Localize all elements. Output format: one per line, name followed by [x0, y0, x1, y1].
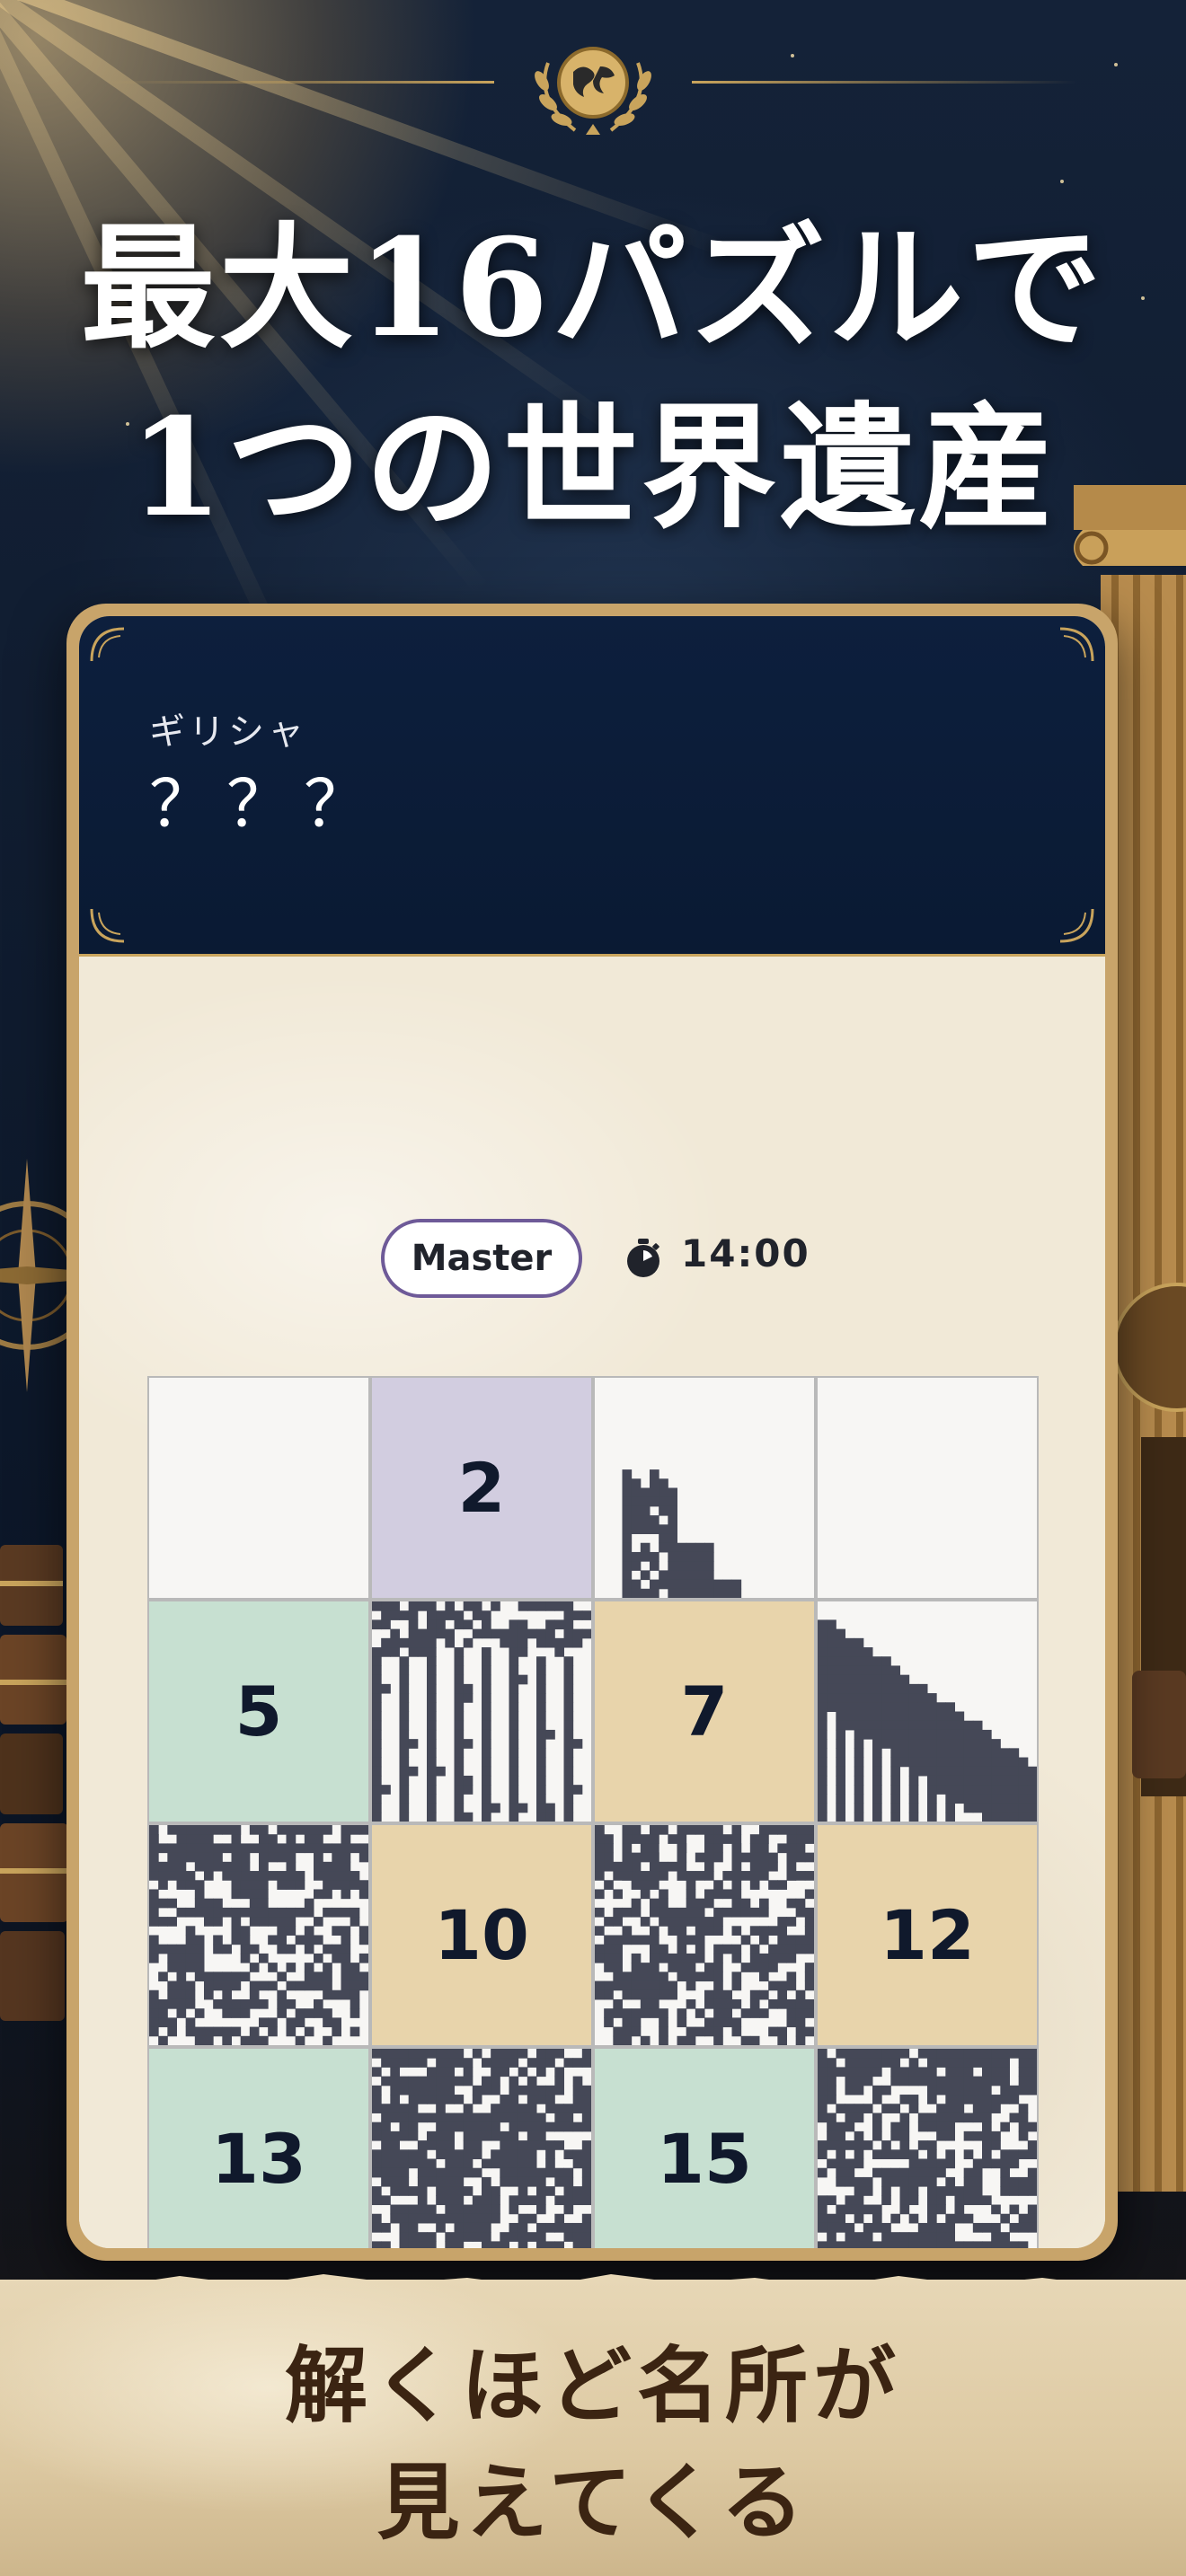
puzzle-tile-16[interactable] — [816, 2047, 1039, 2248]
puzzle-tile-10[interactable]: 10 — [370, 1823, 593, 2047]
emblem-divider-left — [108, 81, 494, 84]
tile-number: 13 — [211, 2119, 306, 2199]
puzzle-area: Master 14:00 2 5 7 10 12 13 15 — [79, 957, 1105, 2248]
corner-ornament-icon — [1059, 908, 1094, 943]
puzzle-tile-3[interactable] — [593, 1376, 816, 1600]
phone-card: ギリシャ ？？？ Master 14:00 2 5 7 10 12 13 15 — [66, 604, 1118, 2261]
stopwatch-icon — [627, 1239, 659, 1277]
star — [791, 54, 794, 57]
revealed-pixel-art — [149, 1825, 368, 2045]
puzzle-tile-9[interactable] — [147, 1823, 370, 2047]
site-name: ？？？ — [149, 766, 382, 842]
tile-number: 5 — [235, 1672, 283, 1751]
puzzle-tile-2[interactable]: 2 — [370, 1376, 593, 1600]
corner-ornament-icon — [90, 908, 125, 943]
phone-screen: ギリシャ ？？？ Master 14:00 2 5 7 10 12 13 15 — [79, 616, 1105, 2248]
star — [1114, 63, 1118, 66]
banner-line-2: 見えてくる — [376, 2454, 810, 2551]
books-icon — [0, 1545, 68, 2021]
revealed-pixel-art — [372, 1601, 591, 1822]
puzzle-tile-12[interactable]: 12 — [816, 1823, 1039, 2047]
headline-line-2: 1つの世界遺産 — [128, 389, 1058, 547]
region-label: ギリシャ — [149, 711, 307, 753]
puzzle-tile-7[interactable]: 7 — [593, 1600, 816, 1823]
puzzle-tile-8[interactable] — [816, 1600, 1039, 1823]
puzzle-tile-5[interactable]: 5 — [147, 1600, 370, 1823]
headline-line-1: 最大16パズルで — [80, 209, 1106, 367]
tile-number: 2 — [457, 1448, 506, 1528]
puzzle-tile-6[interactable] — [370, 1600, 593, 1823]
card-header: ギリシャ ？？？ — [79, 616, 1105, 957]
banner-line-1: 解くほど名所が — [284, 2337, 901, 2434]
corner-ornament-icon — [90, 627, 125, 662]
corner-ornament-icon — [1059, 627, 1094, 662]
tile-number: 15 — [657, 2119, 752, 2199]
puzzle-tile-11[interactable] — [593, 1823, 816, 2047]
revealed-pixel-art — [622, 1469, 742, 1598]
revealed-pixel-art — [818, 1619, 1037, 1822]
revealed-pixel-art — [372, 2049, 591, 2248]
revealed-pixel-art — [595, 1825, 814, 2045]
puzzle-grid: 2 5 7 10 12 13 15 — [147, 1376, 1039, 2248]
puzzle-tile-15[interactable]: 15 — [593, 2047, 816, 2248]
tile-number: 10 — [434, 1895, 529, 1975]
revealed-pixel-art — [818, 2049, 1037, 2248]
globe-stand-icon — [1114, 1283, 1186, 1796]
timer-value: 14:00 — [681, 1231, 810, 1275]
puzzle-tile-1[interactable] — [147, 1376, 370, 1600]
emblem-divider-right — [692, 81, 1078, 84]
tile-number: 12 — [880, 1895, 975, 1975]
puzzle-tile-13[interactable]: 13 — [147, 2047, 370, 2248]
puzzle-tile-4[interactable] — [816, 1376, 1039, 1600]
puzzle-tile-14[interactable] — [370, 2047, 593, 2248]
compass-icon — [0, 1159, 72, 1392]
difficulty-badge[interactable]: Master — [381, 1219, 582, 1298]
tile-number: 7 — [680, 1672, 729, 1751]
globe-laurel-icon — [535, 47, 651, 135]
